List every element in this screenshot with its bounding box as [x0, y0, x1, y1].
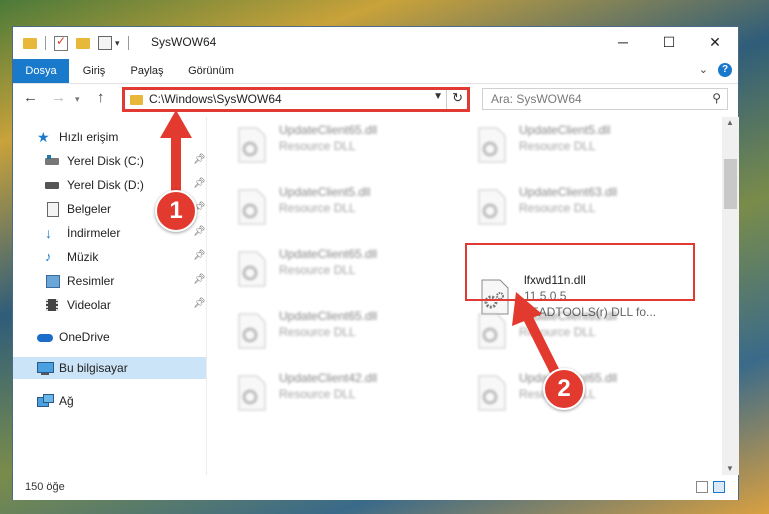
annotation-arrows: [160, 110, 560, 375]
step-2-badge: 2: [543, 368, 585, 410]
arrow-2: [512, 292, 560, 375]
arrow-1: [160, 110, 192, 192]
step-1-badge: 1: [155, 190, 197, 232]
